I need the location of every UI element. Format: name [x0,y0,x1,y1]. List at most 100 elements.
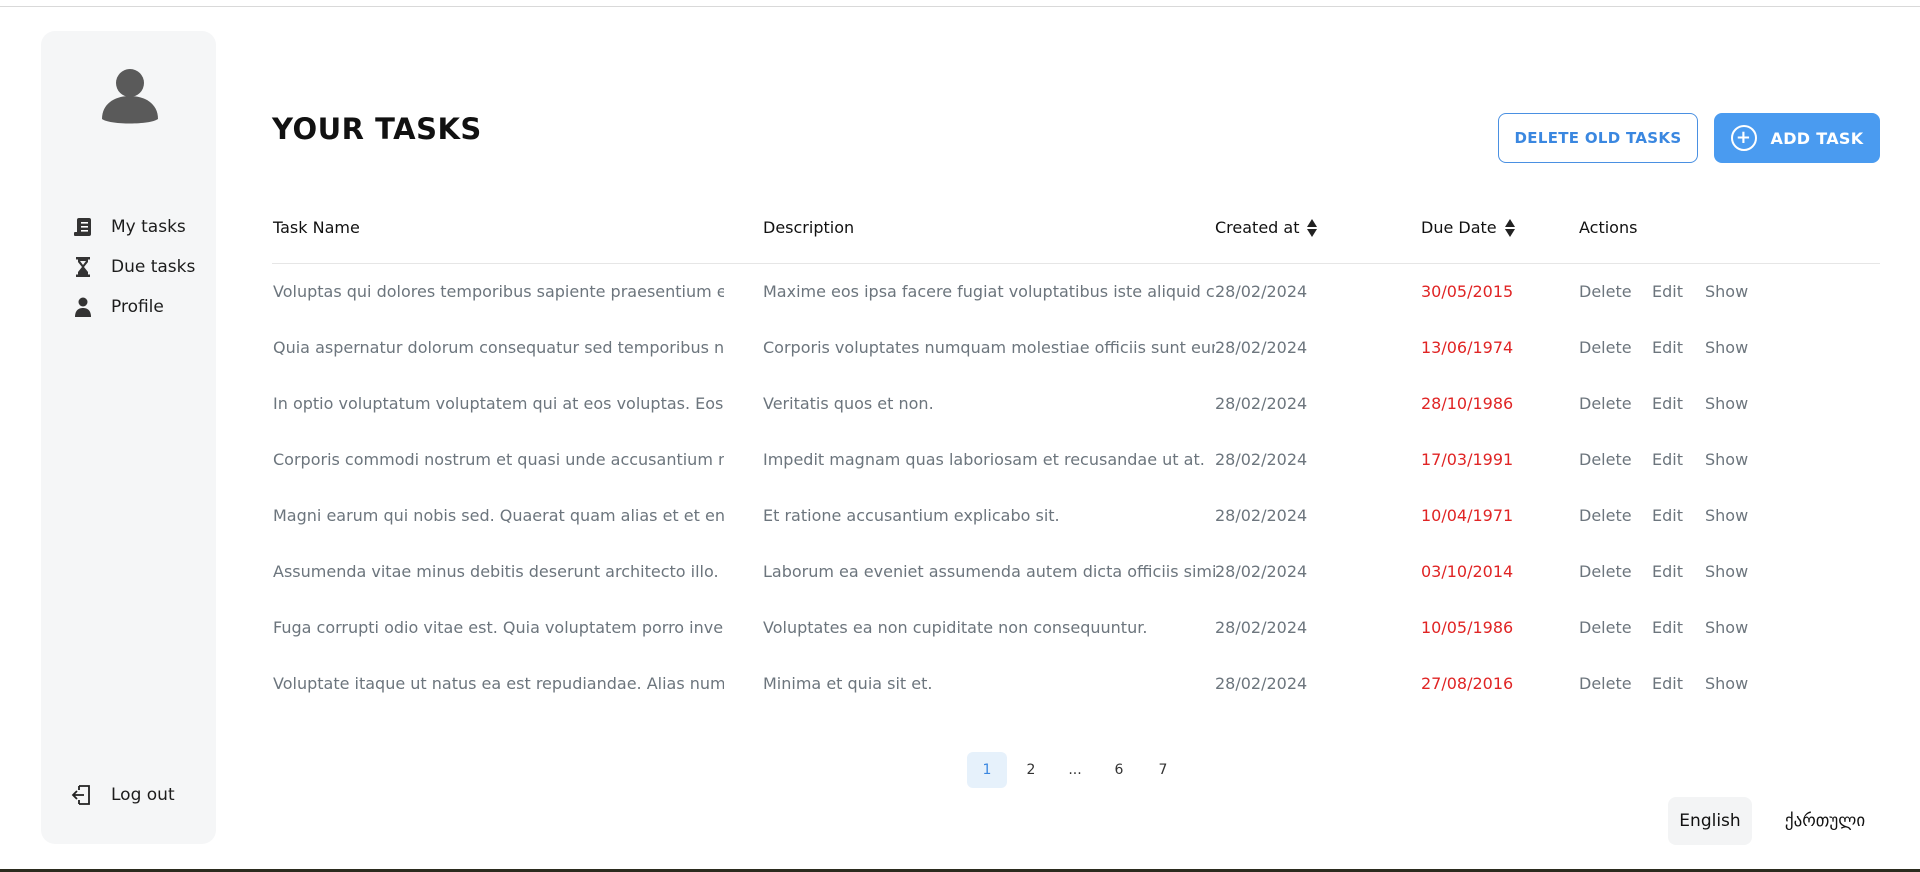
column-header-created-at[interactable]: Created at [1215,218,1318,237]
table-header: Task Name Description Created at Due Dat… [272,205,1880,264]
column-header-task-name: Task Name [273,218,360,237]
hourglass-icon [71,255,95,279]
due-date-cell: 27/08/2016 [1421,674,1514,693]
due-date-cell: 10/05/1986 [1421,618,1514,637]
due-date-cell: 28/10/1986 [1421,394,1514,413]
page-button-6[interactable]: 6 [1099,752,1139,788]
edit-task-button[interactable]: Edit [1652,450,1683,469]
delete-task-button[interactable]: Delete [1579,506,1632,525]
sort-icon[interactable] [1504,218,1515,237]
show-task-button[interactable]: Show [1705,450,1748,469]
column-header-due-date[interactable]: Due Date [1421,218,1515,237]
column-header-label: Task Name [273,218,360,237]
delete-task-button[interactable]: Delete [1579,618,1632,637]
task-description-cell: Corporis voluptates numquam molestiae of… [763,338,1215,357]
edit-task-button[interactable]: Edit [1652,674,1683,693]
due-date-cell: 10/04/1971 [1421,506,1514,525]
sort-icon[interactable] [1307,218,1318,237]
logout-button[interactable]: Log out [71,783,175,807]
show-task-button[interactable]: Show [1705,506,1748,525]
due-date-cell: 03/10/2014 [1421,562,1514,581]
pagination: 1 2 ... 6 7 [967,752,1187,788]
table-row: Corporis commodi nostrum et quasi unde a… [272,432,1880,488]
sidebar-item-label: My tasks [111,217,186,237]
created-at-cell: 28/02/2024 [1215,282,1308,301]
task-description-cell: Impedit magnam quas laboriosam et recusa… [763,450,1205,469]
show-task-button[interactable]: Show [1705,338,1748,357]
due-date-cell: 17/03/1991 [1421,450,1514,469]
column-header-label: Due Date [1421,218,1497,237]
column-header-label: Description [763,218,855,237]
due-date-cell: 13/06/1974 [1421,338,1514,357]
task-list-icon [71,215,95,239]
task-name-cell: Fuga corrupti odio vitae est. Quia volup… [273,618,724,637]
task-name-cell: Corporis commodi nostrum et quasi unde a… [273,450,724,469]
logout-label: Log out [111,785,175,805]
created-at-cell: 28/02/2024 [1215,674,1308,693]
show-task-button[interactable]: Show [1705,618,1748,637]
sidebar-item-label: Due tasks [111,257,196,277]
created-at-cell: 28/02/2024 [1215,562,1308,581]
edit-task-button[interactable]: Edit [1652,394,1683,413]
table-row: Quia aspernatur dolorum consequatur sed … [272,320,1880,376]
task-description-cell: Laborum ea eveniet assumenda autem dicta… [763,562,1215,581]
edit-task-button[interactable]: Edit [1652,562,1683,581]
sidebar-item-due-tasks[interactable]: Due tasks [71,247,195,287]
task-name-cell: In optio voluptatum voluptatem qui at eo… [273,394,724,413]
created-at-cell: 28/02/2024 [1215,506,1308,525]
task-name-cell: Voluptas qui dolores temporibus sapiente… [273,282,724,301]
delete-task-button[interactable]: Delete [1579,450,1632,469]
page-ellipsis: ... [1068,762,1082,778]
delete-old-tasks-button[interactable]: DELETE OLD TASKS [1498,113,1698,163]
table-row: Magni earum qui nobis sed. Quaerat quam … [272,488,1880,544]
task-name-cell: Quia aspernatur dolorum consequatur sed … [273,338,724,357]
delete-old-tasks-label: DELETE OLD TASKS [1514,129,1682,147]
user-icon [71,295,95,319]
page-button-7[interactable]: 7 [1143,752,1183,788]
created-at-cell: 28/02/2024 [1215,394,1308,413]
avatar [98,63,162,127]
show-task-button[interactable]: Show [1705,562,1748,581]
delete-task-button[interactable]: Delete [1579,394,1632,413]
show-task-button[interactable]: Show [1705,282,1748,301]
edit-task-button[interactable]: Edit [1652,282,1683,301]
top-divider [0,6,1920,7]
edit-task-button[interactable]: Edit [1652,618,1683,637]
delete-task-button[interactable]: Delete [1579,674,1632,693]
table-row: Voluptate itaque ut natus ea est repudia… [272,656,1880,712]
edit-task-button[interactable]: Edit [1652,506,1683,525]
column-header-label: Actions [1579,218,1638,237]
plus-circle-icon: + [1730,125,1757,151]
created-at-cell: 28/02/2024 [1215,618,1308,637]
table-row: Fuga corrupti odio vitae est. Quia volup… [272,600,1880,656]
task-description-cell: Veritatis quos et non. [763,394,934,413]
sidebar-nav: My tasks Due tasks Profile [71,207,195,327]
delete-task-button[interactable]: Delete [1579,282,1632,301]
task-description-cell: Minima et quia sit et. [763,674,933,693]
add-task-button[interactable]: + ADD TASK [1714,113,1880,163]
language-english-button[interactable]: English [1668,797,1752,845]
sidebar-item-profile[interactable]: Profile [71,287,195,327]
delete-task-button[interactable]: Delete [1579,562,1632,581]
page-button-1[interactable]: 1 [967,752,1007,788]
show-task-button[interactable]: Show [1705,394,1748,413]
edit-task-button[interactable]: Edit [1652,338,1683,357]
table-row: Voluptas qui dolores temporibus sapiente… [272,264,1880,320]
sidebar-item-my-tasks[interactable]: My tasks [71,207,195,247]
task-name-cell: Magni earum qui nobis sed. Quaerat quam … [273,506,724,525]
show-task-button[interactable]: Show [1705,674,1748,693]
logout-icon [71,783,95,807]
page-button-2[interactable]: 2 [1011,752,1051,788]
task-name-cell: Assumenda vitae minus debitis deserunt a… [273,562,724,581]
task-description-cell: Maxime eos ipsa facere fugiat voluptatib… [763,282,1215,301]
add-task-label: ADD TASK [1770,128,1864,148]
tasks-table: Task Name Description Created at Due Dat… [272,205,1880,712]
created-at-cell: 28/02/2024 [1215,338,1308,357]
task-name-cell: Voluptate itaque ut natus ea est repudia… [273,674,724,693]
table-row: Assumenda vitae minus debitis deserunt a… [272,544,1880,600]
column-header-label: Created at [1215,218,1300,237]
page-title: YOUR TASKS [272,112,482,146]
language-georgian-button[interactable]: ქართული [1770,797,1880,845]
task-description-cell: Voluptates ea non cupiditate non consequ… [763,618,1148,637]
delete-task-button[interactable]: Delete [1579,338,1632,357]
